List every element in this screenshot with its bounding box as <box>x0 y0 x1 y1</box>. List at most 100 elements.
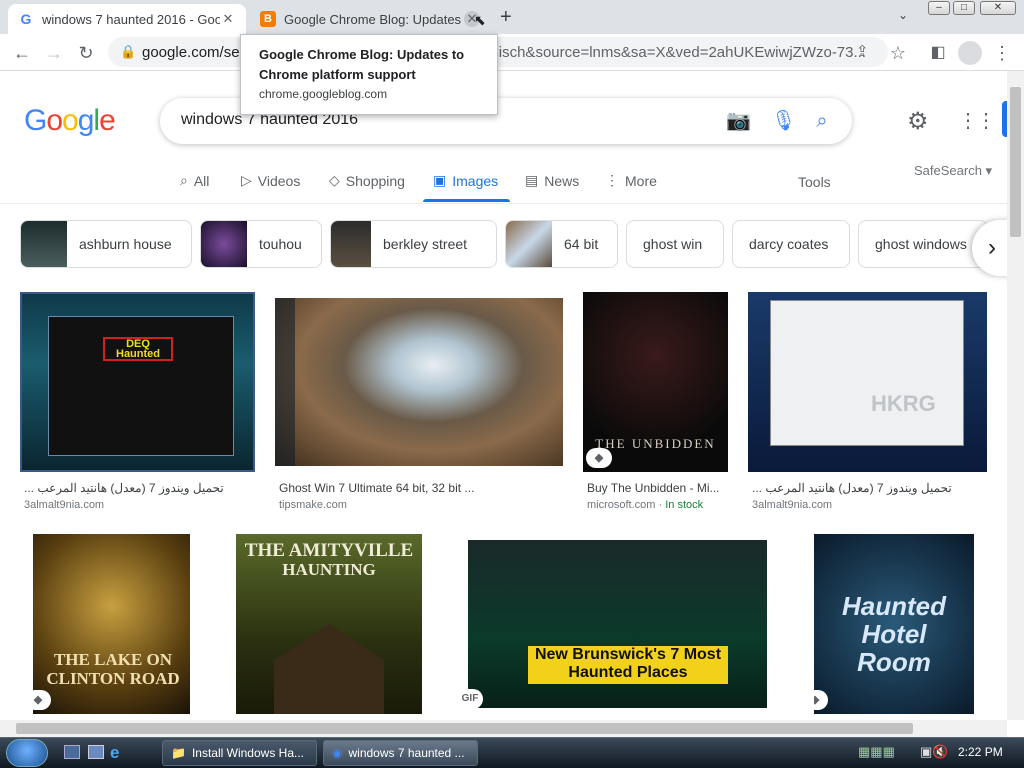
show-desktop-icon[interactable] <box>64 745 80 759</box>
address-bar[interactable]: 🔒 google.com/sea =isch&source=lnms&sa=X&… <box>108 37 888 67</box>
chip-label: ashburn house <box>79 236 172 252</box>
taskbar-item-label: Install Windows Ha... <box>191 746 304 760</box>
tray-icons[interactable]: ▦▦▦ <box>858 744 895 760</box>
network-volume-icons[interactable]: ▣🔇 <box>920 744 948 760</box>
chip-ghost-win[interactable]: ghost win <box>626 220 724 268</box>
poster-title-line1: THE AMITYVILLE <box>244 540 414 561</box>
horizontal-scroll-thumb[interactable] <box>16 723 913 734</box>
lock-icon: 🔒 <box>120 44 137 59</box>
vertical-scroll-thumb[interactable] <box>1010 87 1021 237</box>
chip-thumbnail <box>201 221 247 267</box>
internet-explorer-icon[interactable]: e <box>110 743 119 763</box>
result-image-8[interactable]: Haunted Hotel Room ◆ <box>814 534 974 714</box>
result-image-6[interactable]: THE AMITYVILLE HAUNTING <box>236 534 422 714</box>
safesearch-label: SafeSearch <box>914 163 982 178</box>
maximize-button[interactable]: □ <box>953 1 975 15</box>
google-logo[interactable]: Google <box>24 104 116 138</box>
start-button[interactable] <box>6 739 48 767</box>
profile-avatar-icon[interactable] <box>958 41 982 65</box>
tab-shopping[interactable]: ◇ Shopping <box>329 172 405 189</box>
nav-divider <box>0 203 1024 204</box>
chip-thumbnail <box>506 221 552 267</box>
poster-title: Haunted Hotel Room <box>842 591 946 677</box>
result-image-2[interactable] <box>275 298 563 466</box>
tab-chrome-blog[interactable]: B Google Chrome Blog: Updates to ✕ <box>250 4 490 34</box>
url-text: google.com/sea <box>142 44 248 61</box>
tab-search-chevron-icon[interactable]: ⌄ <box>898 8 908 22</box>
new-tab-button[interactable]: + <box>500 6 512 29</box>
result-caption[interactable]: Buy The Unbidden - Mi... <box>587 481 727 495</box>
poster-title: THE LAKE ON CLINTON ROAD <box>46 650 180 688</box>
chip-darcy-coates[interactable]: darcy coates <box>732 220 850 268</box>
installer-window-thumbnail: DEQ Haunted <box>48 316 234 456</box>
mouse-cursor-icon: ⬉ <box>474 12 486 28</box>
taskbar-item-label: windows 7 haunted ... <box>348 746 465 760</box>
result-source[interactable]: 3almalt9nia.com <box>752 499 832 511</box>
setup-dialog-thumbnail: HKRG <box>770 300 964 446</box>
chip-touhou[interactable]: touhou <box>200 220 322 268</box>
tab-label: Images <box>452 172 499 189</box>
result-image-1[interactable]: DEQ Haunted <box>20 292 255 472</box>
back-arrow-icon[interactable]: ← <box>10 41 34 65</box>
chip-ashburn-house[interactable]: ashburn house <box>20 220 192 268</box>
chip-label: darcy coates <box>749 236 829 252</box>
minimize-button[interactable]: – <box>928 1 950 15</box>
image-icon: ▣ <box>433 172 447 188</box>
result-image-5[interactable]: THE LAKE ON CLINTON ROAD ◆ <box>33 534 190 714</box>
poster-title-line2: HAUNTING <box>282 560 376 579</box>
chip-64-bit[interactable]: 64 bit <box>505 220 618 268</box>
more-vert-icon: ⋮ <box>605 172 619 188</box>
menu-kebab-icon[interactable]: ⋮ <box>990 41 1014 65</box>
result-source[interactable]: tipsmake.com <box>279 499 347 511</box>
tab-label: More <box>625 172 657 189</box>
reload-icon[interactable]: ↻ <box>74 41 98 65</box>
close-window-button[interactable]: ✕ <box>980 1 1016 15</box>
result-caption[interactable]: تحميل ويندوز 7 (معدل) هانتيد المرعب ... <box>752 481 984 495</box>
switch-windows-icon[interactable] <box>88 745 104 759</box>
tools-button[interactable]: Tools <box>798 174 831 190</box>
close-tab-icon[interactable]: ✕ <box>220 11 236 27</box>
result-image-7[interactable]: New Brunswick's 7 Most Haunted Places <box>468 540 767 708</box>
microphone-icon[interactable]: 🎙 <box>771 109 796 133</box>
tab-news[interactable]: ▤ News <box>525 172 579 189</box>
house-thumbnail <box>274 624 384 714</box>
tab-more[interactable]: ⋮ More <box>605 172 657 189</box>
tab-videos[interactable]: ▷ Videos <box>241 172 300 189</box>
tab-google-search[interactable]: G windows 7 haunted 2016 - Google ✕ <box>8 4 246 34</box>
play-icon: ▷ <box>241 172 252 188</box>
result-source[interactable]: microsoft.com · In stock <box>587 499 703 511</box>
side-panel-icon[interactable]: ◧ <box>926 41 950 65</box>
chip-thumbnail <box>21 221 67 267</box>
result-caption[interactable]: تحميل ويندوز 7 (معدل) هانتيد المرعب ... <box>24 481 252 495</box>
safesearch-dropdown[interactable]: SafeSearch ▾ <box>914 163 992 179</box>
logo-thumbnail: DEQ Haunted <box>103 337 173 361</box>
chip-ghost-windows[interactable]: ghost windows <box>858 220 988 268</box>
forward-arrow-icon[interactable]: → <box>42 41 66 65</box>
system-clock[interactable]: 2:22 PM <box>958 745 1003 759</box>
search-icon[interactable]: ⌕ <box>810 109 834 133</box>
camera-icon[interactable]: 📷 <box>726 109 751 133</box>
share-icon[interactable]: ⇪ <box>856 42 869 60</box>
blogger-favicon-icon: B <box>260 11 276 27</box>
taskbar-item-chrome[interactable]: ◉ windows 7 haunted ... <box>323 740 478 766</box>
taskbar-item-install[interactable]: 📁 Install Windows Ha... <box>162 740 317 766</box>
result-caption[interactable]: Ghost Win 7 Ultimate 64 bit, 32 bit ... <box>279 481 559 495</box>
gif-badge: GIF <box>457 689 483 709</box>
tab-all[interactable]: ⌕ All <box>180 172 209 189</box>
tab-hover-card: Google Chrome Blog: Updates to Chrome pl… <box>240 34 498 115</box>
chip-label: ghost windows <box>875 236 967 252</box>
chip-label: 64 bit <box>564 236 599 252</box>
result-image-3[interactable]: THE UNBIDDEN ◆ <box>583 292 728 472</box>
settings-gear-icon[interactable]: ⚙ <box>907 107 929 136</box>
google-favicon-icon: G <box>20 11 32 27</box>
tab-label: All <box>193 172 210 189</box>
tab-images[interactable]: ▣ Images <box>433 172 498 189</box>
tab-label: Videos <box>257 172 301 189</box>
chip-label: berkley street <box>383 236 468 252</box>
result-image-4[interactable]: HKRG <box>748 292 987 472</box>
hover-card-domain: chrome.googleblog.com <box>259 87 388 101</box>
desktop-icons-strip <box>275 298 295 466</box>
chip-berkley-street[interactable]: berkley street <box>330 220 497 268</box>
bookmark-star-icon[interactable]: ☆ <box>886 41 910 65</box>
result-source[interactable]: 3almalt9nia.com <box>24 499 104 511</box>
